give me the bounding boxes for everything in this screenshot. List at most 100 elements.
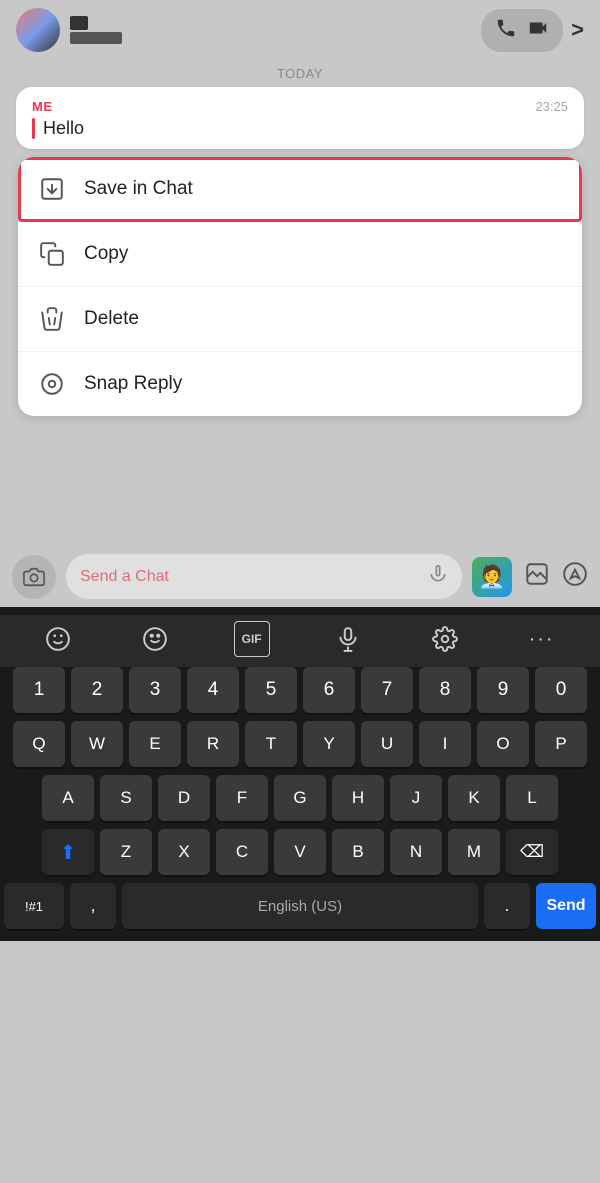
key-a[interactable]: A xyxy=(42,775,94,821)
key-t[interactable]: T xyxy=(245,721,297,767)
key-d[interactable]: D xyxy=(158,775,210,821)
key-2[interactable]: 2 xyxy=(71,667,123,713)
chevron-right-icon[interactable]: > xyxy=(571,17,584,43)
copy-label: Copy xyxy=(84,243,128,265)
bottom-row: !#1 , English (US) . Send xyxy=(4,883,596,929)
mic-icon[interactable] xyxy=(428,564,448,589)
space-key[interactable]: English (US) xyxy=(122,883,478,929)
zxcv-row: ⬆ Z X C V B N M ⌫ xyxy=(4,829,596,875)
emoji-face-icon[interactable] xyxy=(40,621,76,657)
call-icon[interactable] xyxy=(495,17,517,44)
delete-label: Delete xyxy=(84,308,139,330)
shift-arrow-icon: ⬆ xyxy=(60,840,77,865)
key-9[interactable]: 9 xyxy=(477,667,529,713)
copy-icon xyxy=(38,240,66,268)
save-icon xyxy=(38,175,66,203)
more-options-icon[interactable]: ··· xyxy=(524,621,560,657)
key-0[interactable]: 0 xyxy=(535,667,587,713)
video-icon[interactable] xyxy=(527,17,549,44)
key-l[interactable]: L xyxy=(506,775,558,821)
key-6[interactable]: 6 xyxy=(303,667,355,713)
key-c[interactable]: C xyxy=(216,829,268,875)
message-body: Hello xyxy=(32,118,568,139)
key-u[interactable]: U xyxy=(361,721,413,767)
send-key[interactable]: Send xyxy=(536,883,596,929)
context-menu-delete[interactable]: Delete xyxy=(18,287,582,352)
key-8[interactable]: 8 xyxy=(419,667,471,713)
chat-input-area[interactable]: Send a Chat xyxy=(66,554,462,599)
shift-key[interactable]: ⬆ xyxy=(42,829,94,875)
key-m[interactable]: M xyxy=(448,829,500,875)
username-text-placeholder xyxy=(70,32,122,44)
keyboard-toolbar: GIF ··· xyxy=(0,615,600,667)
message-time: 23:25 xyxy=(535,99,568,114)
key-n[interactable]: N xyxy=(390,829,442,875)
top-bar-right: > xyxy=(481,9,584,52)
key-1[interactable]: 1 xyxy=(13,667,65,713)
keyboard: GIF ··· 1 2 3 4 5 6 7 8 xyxy=(0,607,600,941)
asdf-row: A S D F G H J K L xyxy=(4,775,596,821)
backspace-key[interactable]: ⌫ xyxy=(506,829,558,875)
key-o[interactable]: O xyxy=(477,721,529,767)
key-g[interactable]: G xyxy=(274,775,326,821)
key-5[interactable]: 5 xyxy=(245,667,297,713)
period-key[interactable]: . xyxy=(484,883,530,929)
delete-icon xyxy=(38,305,66,333)
camera-button[interactable] xyxy=(12,555,56,599)
username-block xyxy=(70,16,122,44)
chat-input-placeholder: Send a Chat xyxy=(80,568,420,586)
key-x[interactable]: X xyxy=(158,829,210,875)
message-header: ME 23:25 xyxy=(32,99,568,114)
key-h[interactable]: H xyxy=(332,775,384,821)
action-icons-pill xyxy=(481,9,563,52)
keyboard-rows: 1 2 3 4 5 6 7 8 9 0 Q W E R T Y U I O P … xyxy=(0,667,600,929)
key-b[interactable]: B xyxy=(332,829,384,875)
message-text: Hello xyxy=(43,118,84,139)
keyboard-mic-icon[interactable] xyxy=(330,621,366,657)
bitmoji-sticker[interactable]: 🧑‍💼 xyxy=(472,557,512,597)
today-label: TODAY xyxy=(0,60,600,87)
emoji-simple-icon[interactable] xyxy=(137,621,173,657)
context-menu-save-in-chat[interactable]: Save in Chat xyxy=(18,157,582,222)
avatar[interactable] xyxy=(16,8,60,52)
key-w[interactable]: W xyxy=(71,721,123,767)
save-in-chat-label: Save in Chat xyxy=(84,178,193,200)
key-7[interactable]: 7 xyxy=(361,667,413,713)
chat-area: ME 23:25 Hello Save in Chat xyxy=(0,87,600,426)
key-y[interactable]: Y xyxy=(303,721,355,767)
key-z[interactable]: Z xyxy=(100,829,152,875)
bottom-input-bar: Send a Chat 🧑‍💼 xyxy=(0,546,600,607)
keyboard-settings-icon[interactable] xyxy=(427,621,463,657)
sticker-icon[interactable] xyxy=(524,561,550,592)
key-s[interactable]: S xyxy=(100,775,152,821)
key-q[interactable]: Q xyxy=(13,721,65,767)
top-bar-left xyxy=(16,8,122,52)
context-menu-snap-reply[interactable]: Snap Reply xyxy=(18,352,582,416)
rocket-icon[interactable] xyxy=(562,561,588,592)
key-e[interactable]: E xyxy=(129,721,181,767)
key-k[interactable]: K xyxy=(448,775,500,821)
gif-button[interactable]: GIF xyxy=(234,621,270,657)
comma-key[interactable]: , xyxy=(70,883,116,929)
snap-reply-icon xyxy=(38,370,66,398)
qwerty-row: Q W E R T Y U I O P xyxy=(4,721,596,767)
snap-reply-label: Snap Reply xyxy=(84,373,182,395)
key-j[interactable]: J xyxy=(390,775,442,821)
context-menu: Save in Chat Copy Delete xyxy=(18,157,582,416)
special-chars-key[interactable]: !#1 xyxy=(4,883,64,929)
username-icon xyxy=(70,16,88,30)
key-r[interactable]: R xyxy=(187,721,239,767)
message-bubble: ME 23:25 Hello xyxy=(16,87,584,149)
red-bar-decoration xyxy=(32,118,35,139)
key-f[interactable]: F xyxy=(216,775,268,821)
context-menu-copy[interactable]: Copy xyxy=(18,222,582,287)
message-sender: ME xyxy=(32,99,53,114)
key-i[interactable]: I xyxy=(419,721,471,767)
key-v[interactable]: V xyxy=(274,829,326,875)
key-3[interactable]: 3 xyxy=(129,667,181,713)
top-bar: > xyxy=(0,0,600,60)
bottom-extra-icons: 🧑‍💼 xyxy=(472,557,588,597)
key-p[interactable]: P xyxy=(535,721,587,767)
key-4[interactable]: 4 xyxy=(187,667,239,713)
chat-background-dim xyxy=(0,426,600,546)
